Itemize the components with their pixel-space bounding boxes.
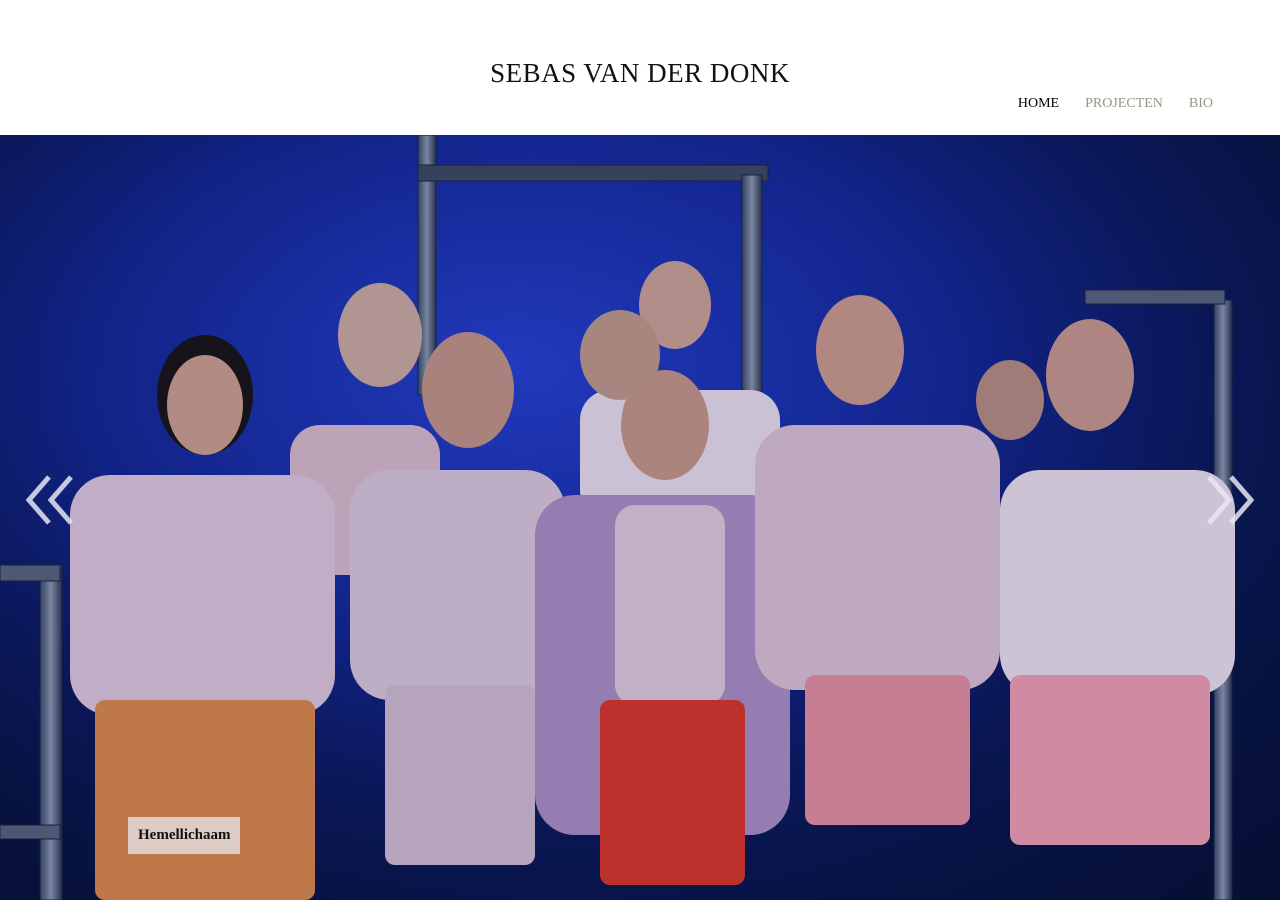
double-chevron-left-icon (25, 475, 73, 525)
prev-slide-button[interactable] (23, 473, 77, 527)
double-chevron-right-icon (1207, 475, 1255, 525)
site-title[interactable]: SEBAS VAN DER DONK (0, 58, 1280, 89)
site-header: SEBAS VAN DER DONK HOME PROJECTEN BIO (0, 0, 1280, 135)
nav-item-bio[interactable]: BIO (1189, 96, 1213, 112)
slide-caption[interactable]: Hemellichaam (128, 817, 241, 854)
next-slide-button[interactable] (1203, 473, 1257, 527)
main-nav: HOME PROJECTEN BIO (1018, 96, 1213, 112)
hero-photo (0, 135, 1280, 900)
nav-item-projecten[interactable]: PROJECTEN (1085, 96, 1163, 112)
nav-item-home[interactable]: HOME (1018, 96, 1059, 112)
hero-slider: Hemellichaam (0, 135, 1280, 900)
